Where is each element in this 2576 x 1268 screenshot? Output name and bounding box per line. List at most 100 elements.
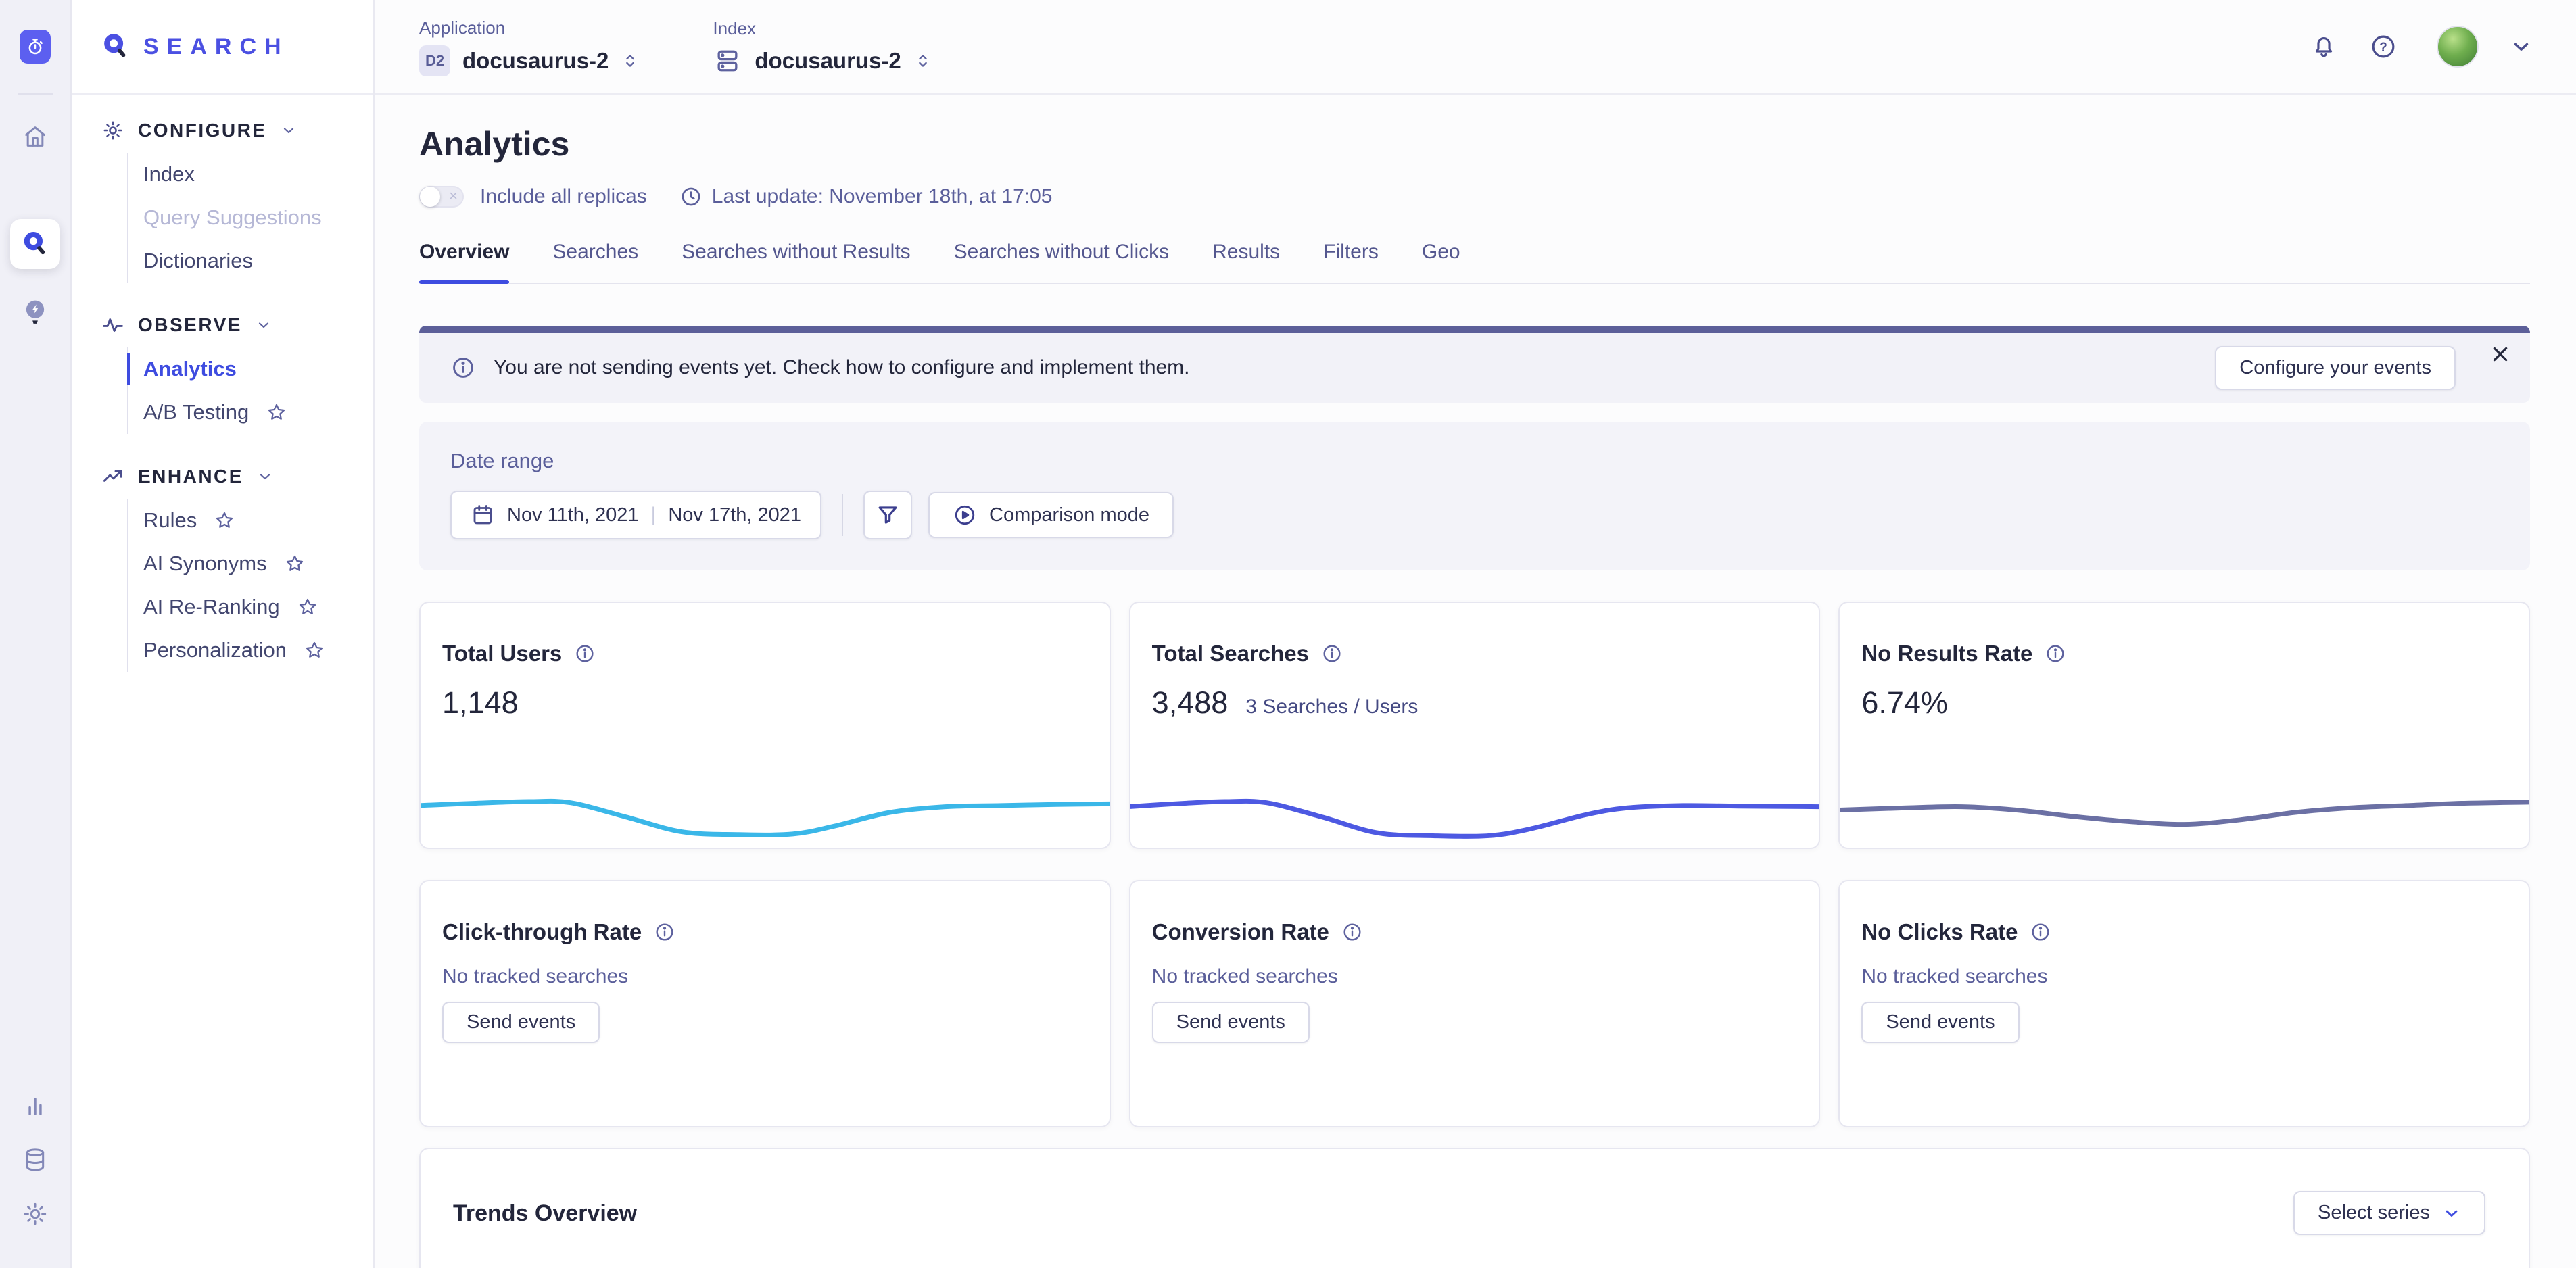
tab-overview[interactable]: Overview (419, 241, 509, 283)
rail-bottom-group (22, 1094, 49, 1268)
chevron-down-icon (257, 468, 273, 485)
click-through-rate-card: Click-through Rate No tracked searches S… (419, 880, 1111, 1127)
section-label: ENHANCE (138, 466, 243, 487)
no-results-rate-sparkline (1838, 784, 2530, 841)
search-product-active[interactable] (10, 219, 60, 269)
select-series-label: Select series (2318, 1202, 2430, 1224)
info-icon (450, 355, 476, 381)
home-icon[interactable] (22, 123, 49, 150)
tab-searches[interactable]: Searches (552, 241, 638, 283)
page-meta-row: × Include all replicas Last update: Nove… (419, 185, 2530, 208)
help-icon[interactable]: ? (2369, 32, 2398, 61)
bar-chart-icon[interactable] (22, 1094, 48, 1119)
search-icon (21, 230, 49, 258)
trends-title: Trends Overview (453, 1200, 637, 1227)
sidebar-item-personalization[interactable]: Personalization (128, 629, 373, 672)
calendar-icon (471, 503, 495, 527)
nav-section-observe: OBSERVE Analytics A/B Testing (101, 314, 373, 434)
rail-divider (18, 93, 53, 95)
date-separator: | (651, 504, 657, 527)
index-stack-icon (713, 46, 742, 76)
topbar: Application D2 docusaurus-2 Index docusa… (375, 0, 2576, 95)
info-icon[interactable] (574, 643, 596, 664)
sort-chevrons-icon (621, 51, 640, 70)
empty-state-text: No tracked searches (1152, 965, 1819, 988)
gear-icon (101, 119, 124, 142)
info-icon[interactable] (2030, 921, 2051, 943)
application-label: Application (419, 18, 640, 39)
toggle-label: Include all replicas (480, 185, 647, 208)
metric-cards-row-1: Total Users 1,148 Total Searches 3,488 3… (419, 602, 2530, 849)
tab-searches-without-results[interactable]: Searches without Results (682, 241, 911, 283)
close-icon[interactable] (2489, 343, 2511, 365)
sidebar-item-ai-synonyms[interactable]: AI Synonyms (128, 542, 373, 585)
play-circle-icon (953, 503, 977, 527)
total-searches-card: Total Searches 3,488 3 Searches / Users (1129, 602, 1821, 849)
search-logo[interactable]: SEARCH (72, 0, 373, 95)
tab-searches-without-clicks[interactable]: Searches without Clicks (954, 241, 1169, 283)
timer-app-icon[interactable] (20, 30, 51, 64)
trends-overview-card: Trends Overview Select series (419, 1148, 2530, 1268)
application-selector[interactable]: Application D2 docusaurus-2 (419, 18, 640, 76)
select-series-button[interactable]: Select series (2293, 1191, 2485, 1235)
sidebar-item-index[interactable]: Index (128, 153, 373, 196)
tab-geo[interactable]: Geo (1422, 241, 1460, 283)
toggle-knob (420, 187, 440, 207)
empty-state-text: No tracked searches (1861, 965, 2529, 988)
no-results-rate-card: No Results Rate 6.74% (1838, 602, 2530, 849)
tab-results[interactable]: Results (1212, 241, 1280, 283)
avatar[interactable] (2437, 26, 2479, 68)
main-content: Analytics × Include all replicas Last up… (375, 95, 2576, 1268)
banner-message: You are not sending events yet. Check ho… (494, 356, 1190, 379)
user-menu-chevron-icon[interactable] (2510, 35, 2533, 58)
database-icon[interactable] (22, 1146, 49, 1173)
section-header-enhance[interactable]: ENHANCE (101, 465, 373, 488)
total-users-sparkline (419, 784, 1111, 841)
card-title: No Results Rate (1861, 641, 2032, 666)
card-value: 1,148 (442, 685, 519, 721)
date-range-button[interactable]: Nov 11th, 2021 | Nov 17th, 2021 (450, 491, 821, 539)
application-badge: D2 (419, 45, 450, 76)
date-start: Nov 11th, 2021 (507, 504, 639, 527)
bulb-flash-icon[interactable] (21, 297, 49, 328)
logo-text: SEARCH (143, 34, 289, 60)
sort-chevrons-icon (913, 51, 932, 70)
nav-section-enhance: ENHANCE Rules AI Synonyms (101, 465, 373, 672)
configure-events-button[interactable]: Configure your events (2215, 346, 2456, 390)
section-header-configure[interactable]: CONFIGURE (101, 119, 373, 142)
tab-filters[interactable]: Filters (1323, 241, 1379, 283)
conversion-rate-card: Conversion Rate No tracked searches Send… (1129, 880, 1821, 1127)
magnifier-icon (100, 31, 131, 62)
index-selector[interactable]: Index docusaurus-2 (713, 18, 932, 76)
sidebar-item-rules[interactable]: Rules (128, 499, 373, 542)
sidebar-item-dictionaries[interactable]: Dictionaries (128, 239, 373, 283)
info-icon[interactable] (654, 921, 675, 943)
sidebar-item-query-suggestions[interactable]: Query Suggestions (128, 196, 373, 239)
info-icon[interactable] (2045, 643, 2066, 664)
star-icon (214, 510, 235, 531)
section-label: OBSERVE (138, 314, 242, 336)
sidebar-item-ai-re-ranking[interactable]: AI Re-Ranking (128, 585, 373, 629)
chevron-down-icon (256, 317, 272, 333)
analytics-tabs: Overview Searches Searches without Resul… (419, 241, 2530, 284)
info-icon[interactable] (1321, 643, 1343, 664)
sidebar-item-analytics[interactable]: Analytics (128, 347, 373, 391)
empty-state-text: No tracked searches (442, 965, 1110, 988)
comparison-mode-button[interactable]: Comparison mode (928, 492, 1174, 538)
filter-button[interactable] (863, 491, 912, 539)
send-events-button[interactable]: Send events (1152, 1002, 1310, 1043)
last-update-text: Last update: November 18th, at 17:05 (712, 185, 1053, 208)
date-range-label: Date range (450, 449, 2499, 473)
include-replicas-toggle[interactable]: × (419, 186, 464, 208)
star-icon (266, 402, 287, 422)
bell-icon[interactable] (2310, 32, 2338, 61)
star-icon (285, 554, 305, 574)
info-icon[interactable] (1341, 921, 1363, 943)
send-events-button[interactable]: Send events (1861, 1002, 2019, 1043)
sidebar-item-ab-testing[interactable]: A/B Testing (128, 391, 373, 434)
trend-up-icon (101, 465, 124, 488)
gear-icon[interactable] (22, 1200, 49, 1227)
send-events-button[interactable]: Send events (442, 1002, 600, 1043)
section-header-observe[interactable]: OBSERVE (101, 314, 373, 337)
total-searches-sparkline (1129, 784, 1821, 841)
